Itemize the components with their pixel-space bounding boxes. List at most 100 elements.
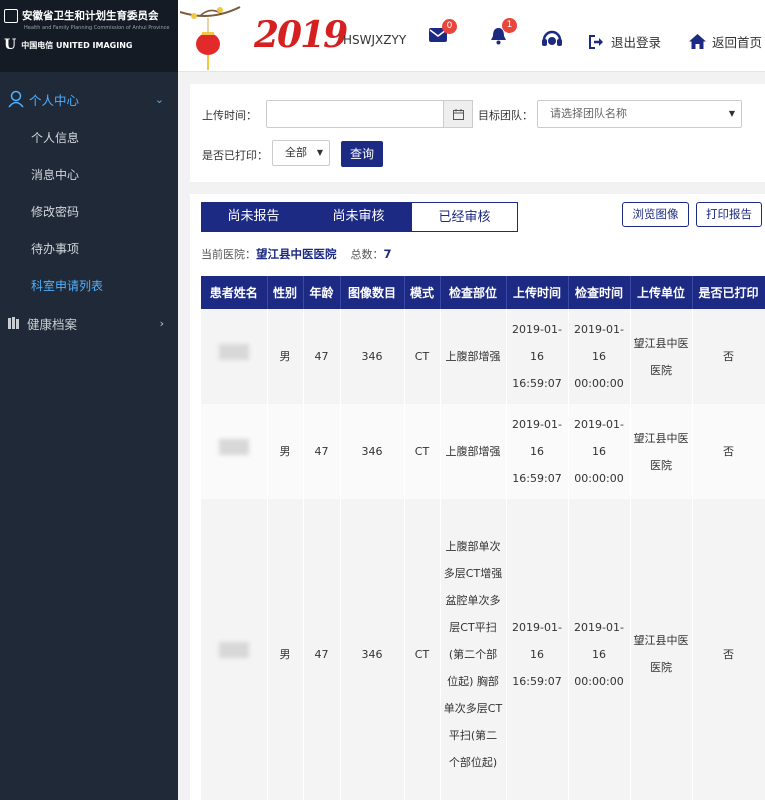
upload-time-cell: 2019-01-16 16:59:07 xyxy=(506,404,569,499)
year-banner: 2019 xyxy=(254,14,348,56)
sidebar-item-personal-info[interactable]: 个人信息 xyxy=(0,120,178,157)
print-report-button[interactable]: 打印报告 xyxy=(696,202,762,227)
sidebar-logo: 安徽省卫生和计划生育委员会 Health and Family Planning… xyxy=(0,0,178,72)
table-row[interactable]: 男 47 346 CT 上腹部增强 2019-01-16 16:59:07 20… xyxy=(201,404,765,499)
emblem-icon xyxy=(4,8,18,23)
sidebar-item-personal-center[interactable]: 个人中心 ⌄ xyxy=(0,84,178,114)
exam-part-cell: 上腹部增强 xyxy=(440,309,507,404)
sex-cell: 男 xyxy=(267,309,304,404)
sidebar-item-health-records[interactable]: 健康档案 › xyxy=(0,308,178,338)
browse-images-button[interactable]: 浏览图像 xyxy=(622,202,689,227)
patient-name-cell xyxy=(201,499,268,800)
printed-label: 是否已打印： xyxy=(202,149,268,162)
column-header[interactable]: 图像数目 xyxy=(340,276,405,309)
mode-cell: CT xyxy=(404,499,441,800)
upload-unit-cell: 望江县中医医院 xyxy=(630,404,693,499)
redacted-name xyxy=(218,439,249,455)
logout-label: 退出登录 xyxy=(611,35,662,50)
sidebar-item-todo[interactable]: 待办事项 xyxy=(0,231,178,268)
exam-time-cell: 2019-01-16 00:00:00 xyxy=(568,499,631,800)
calendar-icon xyxy=(452,108,464,120)
printed-select[interactable]: 全部 ▼ xyxy=(272,140,330,166)
tab-not-reported[interactable]: 尚未报告 xyxy=(201,202,306,232)
exam-time-cell: 2019-01-16 00:00:00 xyxy=(568,309,631,404)
sidebar: 安徽省卫生和计划生育委员会 Health and Family Planning… xyxy=(0,0,178,800)
partner-logos: U 中国电信 UNITED IMAGING xyxy=(4,37,178,53)
logo-title: 安徽省卫生和计划生育委员会 xyxy=(22,10,159,22)
printed-select-value: 全部 xyxy=(285,146,307,159)
target-team-select[interactable]: 请选择团队名称 ▼ xyxy=(537,100,742,128)
sidebar-item-change-password[interactable]: 修改密码 xyxy=(0,194,178,231)
table-row[interactable]: 男 47 346 CT 上腹部单次多层CT增强 盆腔单次多层CT平扫(第二个部位… xyxy=(201,499,765,800)
column-header[interactable]: 模式 xyxy=(404,276,441,309)
exam-part-cell: 上腹部单次多层CT增强 盆腔单次多层CT平扫(第二个部位起) 胸部单次多层CT平… xyxy=(440,499,507,800)
mode-cell: CT xyxy=(404,404,441,499)
logout-link[interactable]: 退出登录 xyxy=(589,32,661,51)
sex-cell: 男 xyxy=(267,404,304,499)
upload-unit-cell: 望江县中医医院 xyxy=(630,499,693,800)
age-cell: 47 xyxy=(303,404,341,499)
logout-icon xyxy=(589,34,603,49)
home-label: 返回首页 xyxy=(712,35,763,50)
printed-cell: 否 xyxy=(692,309,765,404)
printed-cell: 否 xyxy=(692,404,765,499)
redacted-name xyxy=(218,641,249,658)
top-header: 2019 HSWJXZYY 0 1 退出登录 返回首页 xyxy=(178,0,765,72)
sidebar-item-department-requests[interactable]: 科室申请列表 xyxy=(0,268,178,305)
column-header[interactable]: 上传时间 xyxy=(506,276,569,309)
age-cell: 47 xyxy=(303,309,341,404)
column-header[interactable]: 检查部位 xyxy=(440,276,507,309)
column-header[interactable]: 性别 xyxy=(267,276,304,309)
printed-cell: 否 xyxy=(692,499,765,800)
username: HSWJXZYY xyxy=(343,33,407,47)
hospital-name: 望江县中医医院 xyxy=(256,247,337,261)
upload-unit-cell: 望江县中医医院 xyxy=(630,309,693,404)
upload-time-cell: 2019-01-16 16:59:07 xyxy=(506,499,569,800)
u-logo-icon: U xyxy=(4,37,17,53)
dropdown-caret-icon: ▼ xyxy=(728,109,735,118)
total-count: 7 xyxy=(383,247,392,261)
column-header[interactable]: 患者姓名 xyxy=(201,276,268,309)
headset-icon xyxy=(542,30,562,46)
upload-time-label: 上传时间： xyxy=(202,109,257,122)
upload-time-cell: 2019-01-16 16:59:07 xyxy=(506,309,569,404)
sidebar-item-label: 个人中心 xyxy=(29,92,80,108)
calendar-button[interactable] xyxy=(443,100,473,128)
target-team-label: 目标团队： xyxy=(478,109,533,122)
patient-name-cell xyxy=(201,404,268,499)
notification-button[interactable]: 1 xyxy=(490,18,517,48)
target-team-placeholder: 请选择团队名称 xyxy=(550,107,627,120)
notification-count-badge: 1 xyxy=(502,18,517,33)
exam-time-cell: 2019-01-16 00:00:00 xyxy=(568,404,631,499)
filter-panel: 上传时间： 目标团队： 请选择团队名称 ▼ 是否已打印： 全部 ▼ 查询 xyxy=(190,84,765,182)
results-panel: 尚未报告 尚未审核 已经审核 浏览图像 打印报告 当前医院：望江县中医医院 总数… xyxy=(190,194,765,800)
sidebar-item-label: 健康档案 xyxy=(27,316,78,332)
mail-count-badge: 0 xyxy=(442,19,457,34)
mail-button[interactable]: 0 xyxy=(429,19,457,45)
patient-name-cell xyxy=(201,309,268,404)
tab-reviewed[interactable]: 已经审核 xyxy=(411,202,518,232)
support-button[interactable] xyxy=(541,29,563,52)
home-icon xyxy=(689,34,706,49)
table-row[interactable]: 男 47 346 CT 上腹部增强 2019-01-16 16:59:07 20… xyxy=(201,309,765,404)
tab-not-reviewed[interactable]: 尚未审核 xyxy=(306,202,411,232)
table-header-row: 患者姓名 性别 年龄 图像数目 模式 检查部位 上传时间 检查时间 上传单位 是… xyxy=(201,276,765,309)
user-icon xyxy=(8,90,24,108)
health-records-icon xyxy=(8,316,19,329)
sidebar-item-messages[interactable]: 消息中心 xyxy=(0,157,178,194)
column-header[interactable]: 检查时间 xyxy=(568,276,631,309)
summary-line: 当前医院：望江县中医医院 总数：7 xyxy=(201,246,392,262)
logo-subtitle: Health and Family Planning Commission of… xyxy=(24,25,170,31)
sidebar-menu: 个人中心 ⌄ 个人信息 消息中心 修改密码 待办事项 科室申请列表 健康档案 › xyxy=(0,72,178,338)
age-cell: 47 xyxy=(303,499,341,800)
partner-text: 中国电信 UNITED IMAGING xyxy=(21,40,133,50)
dropdown-caret-icon: ▼ xyxy=(316,148,323,157)
column-header[interactable]: 是否已打印 xyxy=(692,276,765,309)
upload-time-input[interactable] xyxy=(266,100,444,128)
home-link[interactable]: 返回首页 xyxy=(689,32,762,51)
lantern-decoration-icon xyxy=(180,6,241,70)
column-header[interactable]: 上传单位 xyxy=(630,276,693,309)
query-button[interactable]: 查询 xyxy=(341,141,383,167)
results-table: 患者姓名 性别 年龄 图像数目 模式 检查部位 上传时间 检查时间 上传单位 是… xyxy=(201,276,765,800)
column-header[interactable]: 年龄 xyxy=(303,276,341,309)
